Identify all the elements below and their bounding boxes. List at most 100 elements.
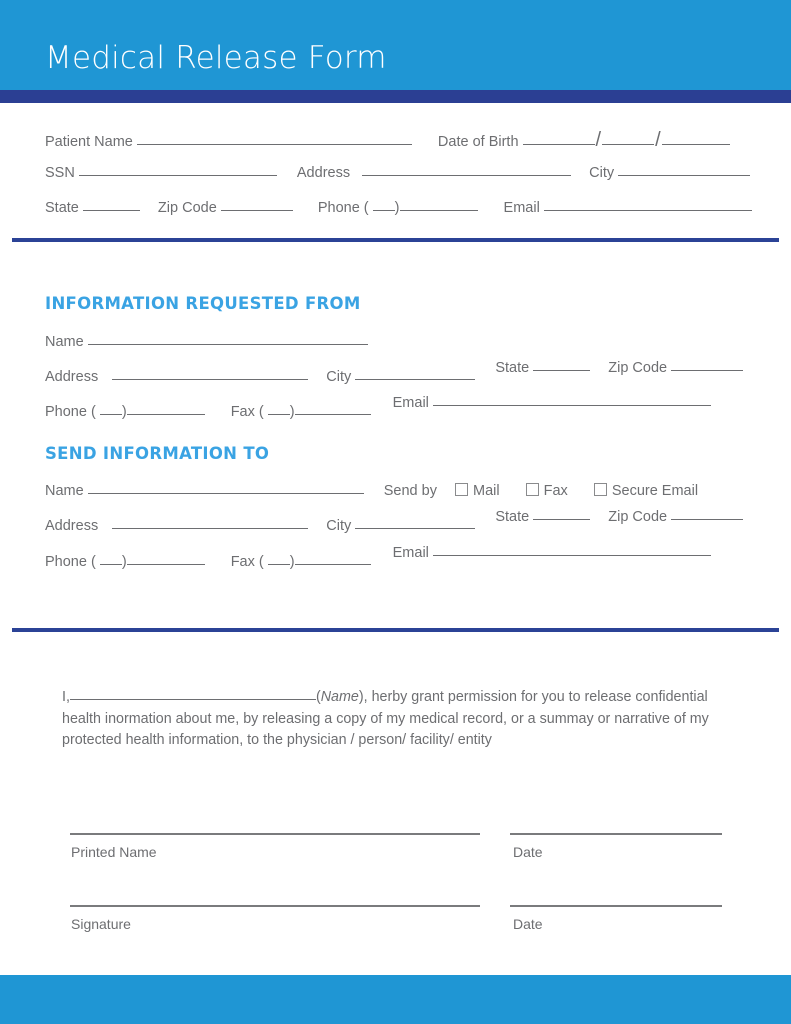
checkbox-option-fax[interactable]: Fax xyxy=(525,482,568,499)
field-send-to-email[interactable]: Email xyxy=(393,544,711,561)
field-requested-from-zip[interactable]: Zip Code xyxy=(608,359,744,376)
signature-date-label: Date xyxy=(513,916,543,932)
checkbox-label-secure-email: Secure Email xyxy=(611,483,699,499)
field-requested-from-email[interactable]: Email xyxy=(393,394,711,411)
requested-from-city-input-line[interactable] xyxy=(355,368,476,380)
field-date-of-birth[interactable]: Date of Birth / / xyxy=(438,129,730,152)
send-to-phone-area-input-line[interactable] xyxy=(99,553,122,565)
section-divider-top xyxy=(12,238,779,242)
field-patient-state[interactable]: State xyxy=(45,199,140,216)
send-to-zip-input-line[interactable] xyxy=(671,508,744,520)
patient-zip-label: Zip Code xyxy=(157,200,217,216)
page-title: Medical Release Form xyxy=(45,40,387,76)
patient-email-label: Email xyxy=(503,200,540,216)
requested-from-phone-area-input-line[interactable] xyxy=(99,403,122,415)
printed-name-date-line[interactable] xyxy=(510,833,722,835)
header-underbar xyxy=(0,90,791,103)
send-to-fax-label-open: Fax ( xyxy=(230,554,264,570)
field-ssn[interactable]: SSN xyxy=(45,164,277,181)
consent-name-input-line[interactable] xyxy=(69,688,316,700)
dob-year-input-line[interactable] xyxy=(661,133,730,145)
patient-row-state-zip-phone-email: State Zip Code Phone ( ) Email xyxy=(45,199,752,216)
patient-address-input-line[interactable] xyxy=(362,164,572,176)
printed-name-label: Printed Name xyxy=(71,844,157,860)
field-requested-from-state[interactable]: State xyxy=(495,359,591,376)
send-to-email-input-line[interactable] xyxy=(432,544,711,556)
send-to-city-input-line[interactable] xyxy=(355,517,476,529)
send-to-fax-number-input-line[interactable] xyxy=(294,553,371,565)
patient-name-label: Patient Name xyxy=(45,134,133,150)
send-to-fax-area-input-line[interactable] xyxy=(267,553,290,565)
field-send-to-state[interactable]: State xyxy=(495,508,591,525)
ssn-label: SSN xyxy=(45,165,75,181)
patient-name-input-line[interactable] xyxy=(136,133,412,145)
section-divider-bottom xyxy=(12,628,779,632)
field-patient-email[interactable]: Email xyxy=(504,199,752,216)
field-requested-from-phone[interactable]: Phone ( ) xyxy=(45,403,205,420)
printed-name-signature-line[interactable] xyxy=(70,833,480,835)
patient-state-input-line[interactable] xyxy=(82,199,140,211)
send-to-zip-label: Zip Code xyxy=(608,509,668,525)
send-to-state-label: State xyxy=(495,509,530,525)
requested-from-row-phone-fax-email: Phone ( ) Fax ( ) Email xyxy=(45,395,711,420)
patient-phone-area-input-line[interactable] xyxy=(372,199,395,211)
dob-day-input-line[interactable] xyxy=(602,133,655,145)
field-send-to-name[interactable]: Name xyxy=(45,482,364,499)
requested-from-address-input-line[interactable] xyxy=(112,368,309,380)
field-send-to-fax[interactable]: Fax ( ) xyxy=(231,553,371,570)
checkbox-square-icon[interactable] xyxy=(455,483,468,496)
requested-from-row-name: Name xyxy=(45,333,368,350)
field-requested-from-name[interactable]: Name xyxy=(45,333,368,350)
field-send-to-zip[interactable]: Zip Code xyxy=(608,508,744,525)
patient-phone-number-input-line[interactable] xyxy=(399,199,478,211)
dob-month-input-line[interactable] xyxy=(522,133,595,145)
requested-from-name-input-line[interactable] xyxy=(87,333,368,345)
patient-email-input-line[interactable] xyxy=(543,199,752,211)
checkbox-option-secure-email[interactable]: Secure Email xyxy=(593,482,699,499)
checkbox-square-icon[interactable] xyxy=(525,483,539,496)
field-send-to-phone[interactable]: Phone ( ) xyxy=(45,553,205,570)
requested-from-phone-number-input-line[interactable] xyxy=(126,403,205,415)
field-patient-name[interactable]: Patient Name xyxy=(45,133,412,150)
send-to-state-input-line[interactable] xyxy=(533,508,591,520)
field-send-to-city[interactable]: City xyxy=(326,517,476,534)
field-requested-from-city[interactable]: City xyxy=(326,368,476,385)
consent-lead-label: I, xyxy=(62,689,70,705)
send-to-phone-label-open: Phone ( xyxy=(45,554,96,570)
patient-zip-input-line[interactable] xyxy=(220,199,293,211)
requested-from-name-label: Name xyxy=(45,334,84,350)
send-to-name-label: Name xyxy=(45,483,84,499)
patient-city-input-line[interactable] xyxy=(618,164,751,176)
ssn-input-line[interactable] xyxy=(78,164,277,176)
field-send-to-address[interactable]: Address xyxy=(45,517,309,534)
send-by-label: Send by xyxy=(383,483,437,499)
patient-address-label: Address xyxy=(296,165,351,181)
field-patient-phone[interactable]: Phone ( ) xyxy=(318,199,478,216)
field-patient-city[interactable]: City xyxy=(589,164,751,181)
checkbox-square-icon[interactable] xyxy=(593,483,607,496)
requested-from-address-label: Address xyxy=(45,369,99,385)
send-to-email-label: Email xyxy=(392,545,429,561)
checkbox-label-fax: Fax xyxy=(543,483,568,499)
requested-from-fax-area-input-line[interactable] xyxy=(267,403,290,415)
field-patient-zip[interactable]: Zip Code xyxy=(158,199,293,216)
field-requested-from-address[interactable]: Address xyxy=(45,368,309,385)
send-by-group: Send by Mail Fax Secure Email xyxy=(384,482,698,499)
signature-line[interactable] xyxy=(70,905,480,907)
send-to-city-label: City xyxy=(326,518,352,534)
consent-paragraph: I, (Name), herby grant permission for you… xyxy=(62,688,709,748)
signature-date-line[interactable] xyxy=(510,905,722,907)
send-to-phone-number-input-line[interactable] xyxy=(126,553,205,565)
requested-from-zip-label: Zip Code xyxy=(608,360,668,376)
patient-phone-label-open: Phone ( xyxy=(317,200,369,216)
checkbox-option-mail[interactable]: Mail xyxy=(455,482,500,499)
requested-from-zip-input-line[interactable] xyxy=(671,359,744,371)
requested-from-email-input-line[interactable] xyxy=(432,394,711,406)
send-to-name-input-line[interactable] xyxy=(87,482,364,494)
requested-from-fax-number-input-line[interactable] xyxy=(294,403,371,415)
send-to-row-name-sendby: Name Send by Mail Fax Secure Email xyxy=(45,482,698,499)
send-to-address-input-line[interactable] xyxy=(112,517,309,529)
field-requested-from-fax[interactable]: Fax ( ) xyxy=(231,403,371,420)
field-patient-address[interactable]: Address xyxy=(296,164,572,181)
requested-from-state-input-line[interactable] xyxy=(533,359,591,371)
